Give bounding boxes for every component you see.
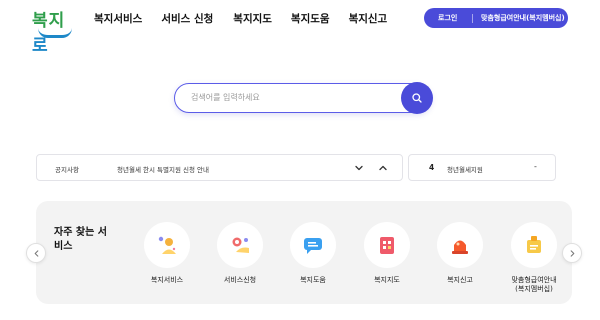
- chevron-down-icon[interactable]: [354, 163, 364, 173]
- service-icon-circle: [511, 222, 557, 268]
- service-icon-circle: [144, 222, 190, 268]
- service-item-service-apply[interactable]: 서비스신청: [207, 222, 273, 285]
- header-button-group: 로그인 맞춤형급여안내(복지멤버십): [424, 8, 568, 28]
- nav-item-welfare-service[interactable]: 복지서비스: [94, 11, 142, 26]
- service-icon-circle: [217, 222, 263, 268]
- service-item-welfare-report[interactable]: 복지신고: [427, 222, 493, 285]
- search-input[interactable]: [191, 93, 391, 102]
- service-label: 복지서비스: [150, 276, 184, 284]
- nav-item-welfare-report[interactable]: 복지신고: [349, 11, 388, 26]
- service-icon-circle: [364, 222, 410, 268]
- chat-bubble-icon: [304, 238, 322, 254]
- map-pins-icon: [380, 237, 394, 254]
- search-button[interactable]: [401, 82, 433, 114]
- siren-icon: [452, 240, 468, 254]
- service-icon-circle: [437, 222, 483, 268]
- service-item-welfare-help[interactable]: 복지도움: [280, 222, 346, 285]
- notice-text[interactable]: 청년월세 한시 특별지원 신청 안내: [117, 164, 209, 174]
- person-star-icon: [158, 236, 176, 254]
- service-item-welfare-service[interactable]: 복지서비스: [134, 222, 200, 285]
- nav-item-service-apply[interactable]: 서비스 신청: [161, 11, 213, 26]
- service-label: 복지신고: [447, 276, 473, 284]
- rank-keyword: 청년월세지원: [447, 166, 483, 174]
- notice-bar: 공지사항 청년월세 한시 특별지원 신청 안내: [36, 154, 403, 181]
- search-box: [174, 82, 433, 114]
- service-item-welfare-map[interactable]: 복지지도: [354, 222, 420, 285]
- service-label: 복지지도: [374, 276, 400, 284]
- service-item-custom-guide[interactable]: 맞춤형급여안내 (복지멤버십): [501, 222, 567, 294]
- login-button[interactable]: 로그인: [424, 13, 472, 23]
- service-label: 서비스신청: [223, 276, 257, 284]
- popular-keyword-bar[interactable]: 4 청년월세지원 -: [408, 154, 556, 181]
- logo[interactable]: 복지로: [32, 6, 78, 56]
- custom-guide-button[interactable]: 맞춤형급여안내(복지멤버십): [473, 13, 565, 23]
- chevron-right-icon: [570, 249, 574, 257]
- service-label: 맞춤형급여안내 (복지멤버십): [511, 276, 557, 293]
- frequent-services-title: 자주 찾는 서비스: [54, 227, 107, 252]
- header: 복지로 복지서비스 서비스 신청 복지지도 복지도움 복지신고 로그인 맞춤형급…: [0, 0, 600, 56]
- gift-card-icon: [527, 236, 541, 253]
- nav-item-welfare-map[interactable]: 복지지도: [233, 11, 272, 26]
- notice-label: 공지사항: [55, 166, 79, 174]
- chevron-up-icon[interactable]: [378, 163, 388, 173]
- rank-change: -: [534, 162, 537, 171]
- main-nav: 복지서비스 서비스 신청 복지지도 복지도움 복지신고: [94, 11, 406, 26]
- logo-smile-icon: [38, 28, 72, 38]
- service-label: 복지도움: [300, 276, 326, 284]
- nav-item-welfare-help[interactable]: 복지도움: [291, 11, 330, 26]
- hand-form-icon: [232, 237, 249, 253]
- carousel-prev-button[interactable]: [26, 243, 46, 263]
- service-icon-circle: [290, 222, 336, 268]
- chevron-left-icon: [34, 249, 38, 257]
- rank-number: 4: [429, 163, 435, 172]
- search-icon: [412, 93, 422, 103]
